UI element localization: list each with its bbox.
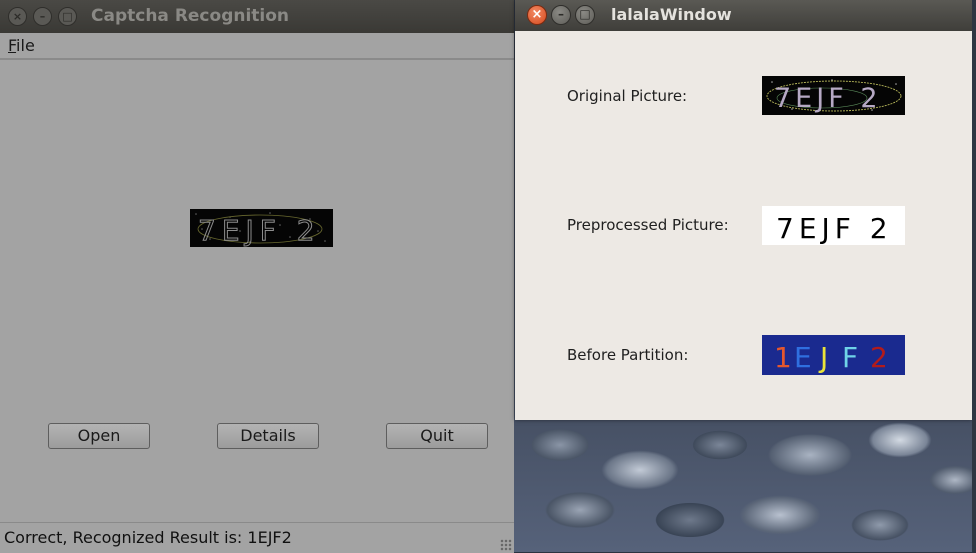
main-titlebar[interactable]: × – □ Captcha Recognition: [0, 0, 514, 33]
status-bar: Correct, Recognized Result is: 1EJF2: [0, 522, 514, 553]
svg-text:7EJF 2: 7EJF 2: [774, 83, 882, 114]
preprocessed-picture: 7EJF 2: [762, 206, 905, 245]
original-picture: 7EJF 2: [762, 76, 905, 115]
popup-titlebar[interactable]: × – □ lalalaWindow: [515, 0, 972, 31]
maximize-icon[interactable]: □: [575, 5, 595, 25]
window-title: Captcha Recognition: [91, 6, 290, 26]
svg-text:1 E J: 1 E J F 2: [774, 341, 888, 374]
open-button[interactable]: Open: [48, 423, 150, 449]
svg-text:7EJF 2: 7EJF 2: [776, 212, 893, 245]
partition-picture: 1 E J F 2: [762, 335, 905, 375]
captcha-image: 7EJF 2: [190, 209, 333, 247]
status-text: Correct, Recognized Result is: 1EJF2: [4, 528, 292, 547]
desktop-edge: [972, 0, 976, 552]
original-picture-label: Original Picture:: [567, 87, 688, 105]
svg-text:7EJF 2: 7EJF 2: [198, 214, 321, 247]
minimize-icon[interactable]: –: [33, 7, 52, 26]
close-icon[interactable]: ×: [527, 5, 547, 25]
quit-button[interactable]: Quit: [386, 423, 488, 449]
menu-bar: File: [0, 33, 514, 60]
lalala-window: × – □ lalalaWindow Original Picture: 7EJ…: [515, 0, 972, 420]
popup-title: lalalaWindow: [611, 5, 732, 24]
maximize-icon[interactable]: □: [58, 7, 77, 26]
captcha-recognition-window: × – □ Captcha Recognition File 7EJF 2 Op…: [0, 0, 514, 553]
menu-file[interactable]: File: [8, 36, 35, 55]
resize-grip-icon[interactable]: [500, 539, 512, 551]
details-button[interactable]: Details: [217, 423, 319, 449]
minimize-icon[interactable]: –: [551, 5, 571, 25]
preprocessed-picture-label: Preprocessed Picture:: [567, 216, 729, 234]
before-partition-label: Before Partition:: [567, 346, 689, 364]
close-icon[interactable]: ×: [8, 7, 27, 26]
